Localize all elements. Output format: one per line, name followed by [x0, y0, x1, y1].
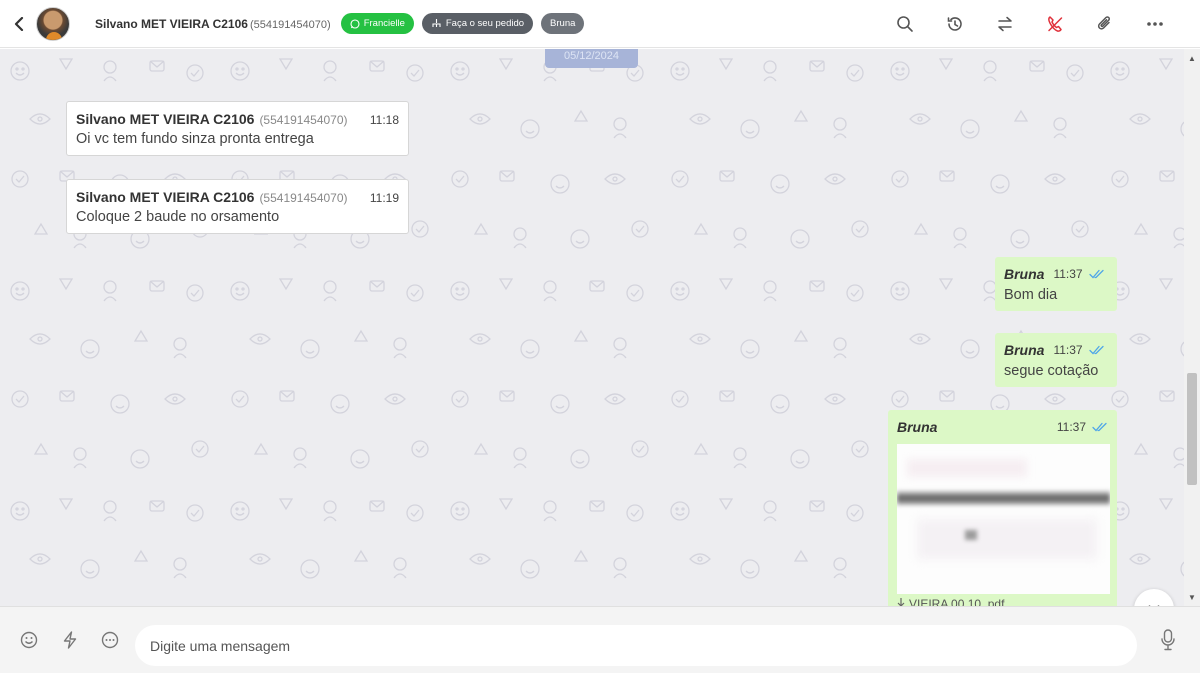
message-sender-phone: (554191454070) [259, 191, 348, 205]
whatsapp-icon [350, 18, 360, 29]
tag-pedido[interactable]: Faça o seu pedido [421, 13, 534, 34]
outgoing-message[interactable]: Bruna 11:37 Bom dia [995, 257, 1117, 311]
download-icon [897, 598, 905, 606]
microphone-icon [1161, 629, 1175, 651]
incoming-message[interactable]: Silvano MET VIEIRA C2106 (554191454070) … [66, 101, 409, 156]
message-sender: Bruna [897, 419, 938, 435]
emoji-button[interactable] [16, 627, 42, 653]
chat-area[interactable]: 05/12/2024 Silvano MET VIEIRA C2106 (554… [0, 49, 1184, 606]
attach-icon [1097, 16, 1110, 30]
message-time: 11:37 [1056, 420, 1086, 434]
tag-label: Francielle [363, 18, 405, 29]
message-sender: Bruna [1004, 342, 1045, 358]
more-button[interactable] [1130, 0, 1180, 48]
message-time: 11:18 [369, 113, 399, 127]
history-icon [947, 17, 962, 31]
tag-bruna[interactable]: Bruna [541, 13, 585, 34]
outgoing-image-message[interactable]: Bruna 11:37 VIEIRA 00 10 .pdf [888, 410, 1117, 606]
message-text: Bom dia [1004, 287, 1058, 303]
read-ticks-icon [1092, 422, 1108, 432]
end-call-button[interactable] [1030, 0, 1080, 48]
message-input[interactable] [135, 625, 1137, 666]
contact-name[interactable]: Silvano MET VIEIRA C2106 (554191454070) [95, 17, 331, 31]
microphone-button[interactable] [1155, 627, 1181, 653]
more-icon [1147, 22, 1163, 26]
history-button[interactable] [930, 0, 980, 48]
emoji-icon [20, 631, 38, 649]
transfer-icon [998, 16, 1012, 32]
back-button[interactable] [4, 0, 34, 48]
message-text: Coloque 2 baude no orsamento [76, 209, 280, 225]
message-text: Oi vc tem fundo sinza pronta entrega [76, 131, 314, 147]
chevron-left-icon [14, 16, 24, 31]
read-ticks-icon [1088, 345, 1105, 355]
message-sender: Silvano MET VIEIRA C2106 [76, 189, 255, 205]
contact-name-text: Silvano MET VIEIRA C2106 [95, 16, 248, 31]
chat-scrollbar[interactable]: ▲ ▼ [1184, 49, 1200, 606]
scroll-up-arrow[interactable]: ▲ [1184, 51, 1200, 65]
attachment-preview[interactable] [897, 444, 1110, 594]
attach-button[interactable] [1080, 0, 1130, 48]
attachment-caption[interactable]: VIEIRA 00 10 .pdf [897, 597, 1108, 606]
lightning-icon [63, 631, 77, 649]
more-options-button[interactable] [97, 627, 123, 653]
avatar[interactable] [36, 6, 70, 41]
quick-replies-button[interactable] [57, 627, 83, 653]
chat-dots-icon [101, 631, 119, 649]
outgoing-message[interactable]: Bruna 11:37 segue cotação [995, 333, 1117, 387]
message-time: 11:37 [1053, 343, 1083, 357]
incoming-message[interactable]: Silvano MET VIEIRA C2106 (554191454070) … [66, 179, 409, 234]
flow-icon [432, 19, 441, 27]
message-time: 11:19 [369, 191, 399, 205]
transfer-button[interactable] [980, 0, 1030, 48]
message-composer [0, 606, 1200, 673]
tag-label: Faça o seu pedido [445, 18, 525, 29]
scroll-down-arrow[interactable]: ▼ [1184, 590, 1200, 604]
end-call-icon [1048, 16, 1063, 32]
tag-label: Bruna [550, 18, 576, 29]
scroll-thumb[interactable] [1187, 373, 1197, 485]
header-actions [880, 0, 1180, 48]
attachment-filename: VIEIRA 00 10 .pdf [909, 597, 1005, 606]
message-time: 11:37 [1053, 267, 1083, 281]
message-sender: Silvano MET VIEIRA C2106 [76, 111, 255, 127]
tag-francielle[interactable]: Francielle [340, 13, 414, 34]
contact-phone: (554191454070) [249, 18, 331, 31]
message-sender: Bruna [1004, 266, 1045, 282]
read-ticks-icon [1088, 269, 1105, 279]
chat-header: Silvano MET VIEIRA C2106 (554191454070) F… [0, 0, 1200, 48]
message-sender-phone: (554191454070) [259, 113, 348, 127]
search-icon [897, 16, 913, 32]
date-chip: 05/12/2024 [545, 49, 638, 68]
message-text: segue cotação [1004, 363, 1099, 379]
search-button[interactable] [880, 0, 930, 48]
